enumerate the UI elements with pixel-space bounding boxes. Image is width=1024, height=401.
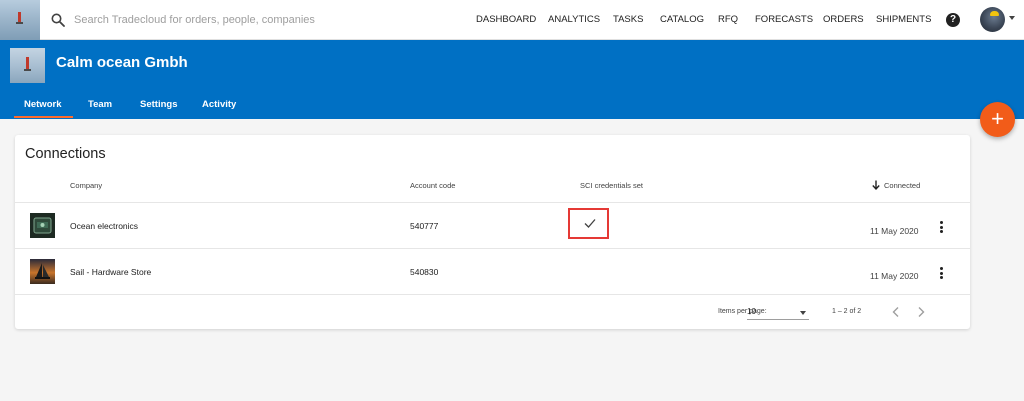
row-company[interactable]: Sail - Hardware Store [70,267,151,277]
tab-team[interactable]: Team [88,99,112,110]
company-logo-buoy [26,57,29,69]
row-connected-date: 11 May 2020 [870,226,919,236]
header-divider [15,202,970,203]
card-title: Connections [25,146,106,162]
more-options-icon[interactable] [940,221,944,233]
pagination-range: 1 – 2 of 2 [832,308,862,315]
row-divider [15,248,970,249]
help-icon[interactable]: ? [946,13,960,27]
chevron-down-icon[interactable] [1009,16,1015,20]
tab-settings[interactable]: Settings [140,99,177,110]
avatar-hat [990,11,999,16]
sail-hardware-store-logo [30,259,55,284]
search-icon[interactable] [51,13,65,27]
search-input[interactable] [74,10,404,30]
sci-credentials-highlight [568,208,609,239]
nav-catalog[interactable]: CATALOG [660,14,704,25]
row-company[interactable]: Ocean electronics [70,221,138,231]
nav-analytics[interactable]: ANALYTICS [548,14,600,25]
connections-card: Connections Company Account code SCI cre… [15,135,970,329]
add-connection-button[interactable]: + [980,102,1015,137]
column-header-connected[interactable]: Connected [884,181,920,190]
tab-network[interactable]: Network [24,99,61,110]
nav-shipments[interactable]: SHIPMENTS [876,14,931,25]
user-avatar[interactable] [980,7,1005,32]
items-per-page-select[interactable]: 10 [747,306,809,320]
nav-rfq[interactable]: RFQ [718,14,738,25]
company-logo [10,48,45,83]
column-header-sci-credentials: SCI credentials set [580,181,643,190]
organization-logo[interactable] [0,0,40,40]
top-navigation-bar: DASHBOARD ANALYTICS TASKS CATALOG RFQ FO… [0,0,1024,40]
row-connected-date: 11 May 2020 [870,271,919,281]
company-header: Calm ocean Gmbh Network Team Settings Ac… [0,40,1024,119]
next-page-icon[interactable] [916,306,926,318]
nav-orders[interactable]: ORDERS [823,14,864,25]
company-name: Calm ocean Gmbh [56,54,188,71]
logo-buoy [18,12,21,22]
company-logo-buoy-base [24,69,31,71]
column-header-company: Company [70,181,103,190]
sort-descending-icon[interactable] [872,180,880,190]
nav-dashboard[interactable]: DASHBOARD [476,14,536,25]
row-account-code: 540777 [410,221,439,231]
previous-page-icon[interactable] [891,306,901,318]
ocean-electronics-logo [30,213,55,238]
logo-buoy-base [16,22,23,24]
more-options-icon[interactable] [940,267,944,279]
items-per-page-value: 10 [747,307,756,316]
nav-forecasts[interactable]: FORECASTS [755,14,813,25]
checkmark-icon [584,219,596,228]
column-header-account-code: Account code [410,181,456,190]
row-divider [15,294,970,295]
tab-activity[interactable]: Activity [202,99,236,110]
active-tab-indicator [14,116,73,118]
chevron-down-icon [800,311,806,315]
row-account-code: 540830 [410,267,439,277]
nav-tasks[interactable]: TASKS [613,14,643,25]
